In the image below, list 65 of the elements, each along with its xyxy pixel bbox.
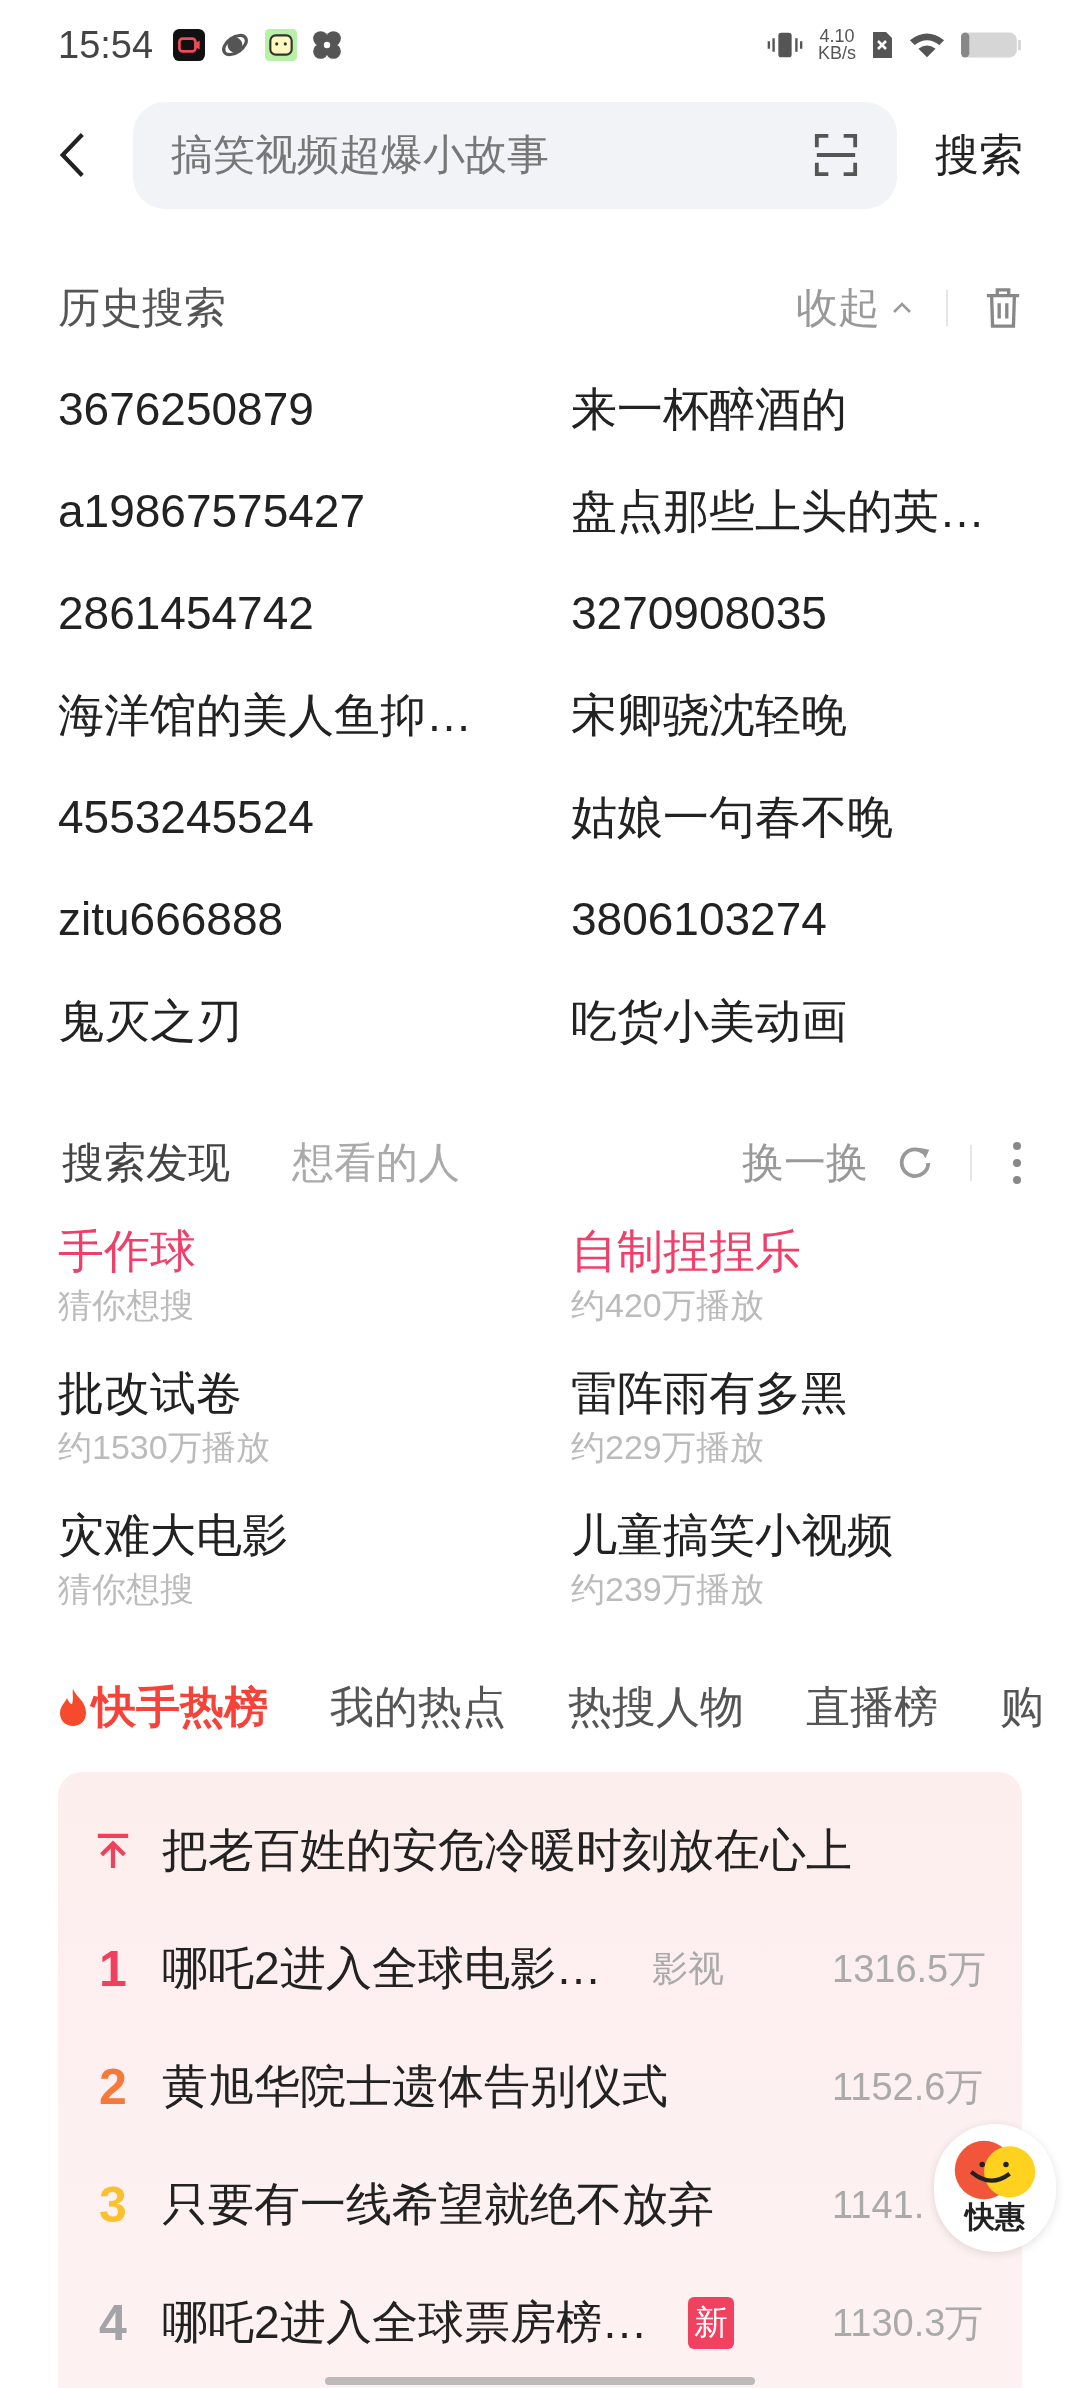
speed-unit: KB/s — [818, 45, 856, 62]
hot-topic-title[interactable]: 只要有一线希望就绝不放弃 — [162, 2174, 714, 2236]
search-button[interactable]: 搜索 — [935, 125, 1023, 185]
ranking-tab[interactable]: 快手热榜 — [58, 1677, 268, 1737]
ranking-tab[interactable]: 热搜人物 — [568, 1677, 744, 1737]
hot-topic-title[interactable]: 黄旭华院士遗体告别仪式 — [162, 2056, 668, 2118]
status-time: 15:54 — [58, 23, 154, 67]
rank-number: 3 — [98, 2176, 128, 2234]
history-item[interactable]: 海洋馆的美人鱼抑… — [58, 664, 472, 766]
history-item[interactable]: 3806103274 — [571, 868, 827, 970]
view-count: 1316.5万 — [832, 1946, 987, 1992]
suggestion-title[interactable]: 批改试卷 — [58, 1363, 242, 1423]
history-item[interactable]: 盘点那些上头的英… — [571, 460, 985, 562]
scan-icon[interactable] — [813, 132, 859, 178]
suggestion-subtitle: 约239万播放 — [571, 1569, 764, 1610]
history-item[interactable]: a19867575427 — [58, 460, 365, 562]
history-item[interactable]: 鬼灭之刃 — [58, 970, 242, 1072]
suggestion-title[interactable]: 儿童搞笑小视频 — [571, 1505, 893, 1565]
suggestion-subtitle: 约229万播放 — [571, 1427, 764, 1468]
network-speed: 4.10 — [819, 28, 855, 45]
suggestion-subtitle: 约1530万播放 — [58, 1427, 270, 1468]
view-count: 1141. — [832, 2183, 925, 2227]
history-item[interactable]: 姑娘一句春不晚 — [571, 766, 893, 868]
pinwheel-icon — [311, 29, 344, 61]
vibrate-icon — [766, 30, 804, 60]
flame-icon — [58, 1687, 88, 1727]
view-count: 1130.3万 — [832, 2300, 984, 2346]
ranking-tab[interactable]: 我的热点 — [330, 1677, 506, 1737]
history-item[interactable]: 2861454742 — [58, 562, 314, 664]
suggestion-subtitle: 约420万播放 — [571, 1285, 764, 1326]
hot-topic-title[interactable]: 哪吒2进入全球票房榜… — [162, 2292, 648, 2354]
floating-promo-button[interactable]: 快惠 — [934, 2124, 1056, 2252]
rank-number: 1 — [98, 1940, 128, 1998]
suggestion-title[interactable]: 灾难大电影 — [58, 1505, 288, 1565]
history-item[interactable]: 3270908035 — [571, 562, 827, 664]
search-input[interactable]: 搞笑视频超爆小故事 — [169, 130, 813, 180]
view-count: 1152.6万 — [832, 2064, 984, 2110]
rank-number: 4 — [98, 2294, 128, 2352]
search-field[interactable]: 搞笑视频超爆小故事 — [133, 101, 897, 209]
history-item[interactable]: 宋卿骁沈轻晚 — [571, 664, 847, 766]
ranking-tab[interactable]: 直播榜 — [806, 1677, 938, 1737]
sim-card-icon — [870, 30, 894, 60]
suggestion-title[interactable]: 手作球 — [58, 1221, 196, 1281]
more-icon[interactable] — [1012, 1141, 1022, 1185]
section-title: 历史搜索 — [58, 283, 226, 333]
suggestion-title[interactable]: 雷阵雨有多黑 — [571, 1363, 847, 1423]
trash-icon[interactable] — [984, 287, 1022, 329]
suggestion-subtitle: 猜你想搜 — [58, 1285, 194, 1326]
history-item[interactable]: zitu666888 — [58, 868, 284, 970]
history-item[interactable]: 来一杯醉酒的 — [571, 358, 847, 460]
history-item[interactable]: 4553245524 — [58, 766, 314, 868]
history-item[interactable]: 吃货小美动画 — [571, 970, 847, 1072]
hot-topic-title[interactable]: 哪吒2进入全球电影… — [162, 1938, 602, 2000]
video-app-icon — [173, 29, 206, 61]
hot-topic-title[interactable]: 把老百姓的安危冷暖时刻放在心上 — [162, 1820, 852, 1882]
suggestion-subtitle: 猜你想搜 — [58, 1569, 194, 1610]
category-tag: 影视 — [651, 1944, 724, 1994]
suggestion-title[interactable]: 自制捏捏乐 — [571, 1221, 801, 1281]
history-item[interactable]: 3676250879 — [58, 358, 314, 460]
rank-number: 2 — [98, 2058, 128, 2116]
caret-up-icon — [892, 302, 912, 314]
new-badge: 新 — [687, 2297, 734, 2349]
ranking-tab[interactable]: 购 — [1000, 1677, 1044, 1737]
face-app-icon — [265, 29, 298, 61]
discover-tab[interactable]: 搜索发现 — [62, 1135, 230, 1191]
